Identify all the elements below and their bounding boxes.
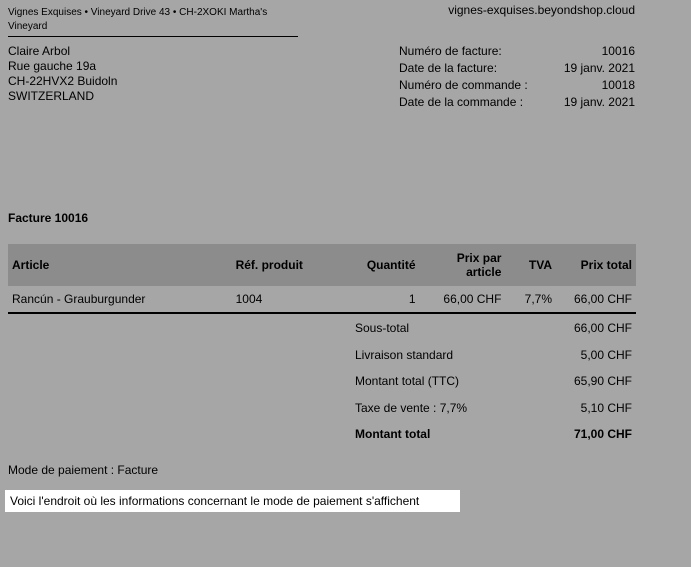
cell-qty: 1 xyxy=(348,286,420,314)
recipient-city: CH-22HVX2 Buidoln xyxy=(8,74,118,88)
total-row-grand: Montant total 71,00 CHF xyxy=(355,424,632,451)
header-vat: TVA xyxy=(505,244,557,286)
meta-invoice-date: Date de la facture: 19 janv. 2021 xyxy=(399,60,635,77)
payment-method: Mode de paiement : Facture xyxy=(8,463,159,477)
table-header-row: Article Réf. produit Quantité Prix par a… xyxy=(8,244,636,286)
meta-value: 19 janv. 2021 xyxy=(563,61,635,75)
meta-order-date: Date de la commande : 19 janv. 2021 xyxy=(399,94,635,111)
total-label: Montant total (TTC) xyxy=(355,374,460,389)
total-row-shipping: Livraison standard 5,00 CHF xyxy=(355,345,632,372)
invoice-title: Facture 10016 xyxy=(8,211,89,225)
cell-ref: 1004 xyxy=(231,286,349,314)
meta-order-number: Numéro de commande : 10018 xyxy=(399,77,635,94)
total-value: 5,10 CHF xyxy=(580,400,632,415)
total-label: Taxe de vente : 7,7% xyxy=(355,400,468,415)
total-row-tax: Taxe de vente : 7,7% 5,10 CHF xyxy=(355,398,632,425)
header-qty: Quantité xyxy=(348,244,420,286)
total-value: 71,00 CHF xyxy=(573,427,632,442)
total-label: Montant total xyxy=(355,427,431,442)
recipient-street: Rue gauche 19a xyxy=(8,59,97,73)
total-value: 5,00 CHF xyxy=(580,347,632,362)
shop-url: vignes-exquises.beyondshop.cloud xyxy=(448,3,635,17)
table-row: Rancún - Grauburgunder 1004 1 66,00 CHF … xyxy=(8,286,636,314)
total-value: 65,90 CHF xyxy=(573,374,632,389)
payment-info-note: Voici l'endroit où les informations conc… xyxy=(5,490,460,512)
cell-article: Rancún - Grauburgunder xyxy=(8,286,232,314)
header-unit-price-line2: article xyxy=(466,265,502,279)
meta-label: Date de la facture: xyxy=(399,61,498,75)
total-label: Livraison standard xyxy=(355,347,454,362)
meta-label: Date de la commande : xyxy=(399,95,524,109)
meta-label: Numéro de facture: xyxy=(399,44,502,58)
totals-block: Sous-total 66,00 CHF Livraison standard … xyxy=(355,318,632,451)
total-value: 66,00 CHF xyxy=(573,321,632,335)
cell-unit-price: 66,00 CHF xyxy=(419,286,506,314)
cell-vat: 7,7% xyxy=(505,286,557,314)
items-table: Article Réf. produit Quantité Prix par a… xyxy=(8,244,636,314)
recipient-country: SWITZERLAND xyxy=(8,89,95,103)
header-unit-price-line1: Prix par xyxy=(456,251,502,265)
total-label: Sous-total xyxy=(355,321,410,335)
total-row-subtotal: Sous-total 66,00 CHF xyxy=(355,318,632,345)
header-unit-price: Prix par article xyxy=(419,244,506,286)
recipient-address: Claire Arbol Rue gauche 19a CH-22HVX2 Bu… xyxy=(8,44,117,104)
meta-value: 10018 xyxy=(601,78,635,92)
sender-address: Vignes Exquises • Vineyard Drive 43 • CH… xyxy=(8,6,298,37)
meta-value: 19 janv. 2021 xyxy=(563,95,635,109)
header-total: Prix total xyxy=(556,244,636,286)
header-ref: Réf. produit xyxy=(231,244,349,286)
header-article: Article xyxy=(8,244,232,286)
meta-invoice-number: Numéro de facture: 10016 xyxy=(399,43,635,60)
total-row-ttc: Montant total (TTC) 65,90 CHF xyxy=(355,371,632,398)
meta-label: Numéro de commande : xyxy=(399,78,528,92)
cell-total: 66,00 CHF xyxy=(556,286,636,314)
invoice-meta: Numéro de facture: 10016 Date de la fact… xyxy=(399,43,635,111)
recipient-name: Claire Arbol xyxy=(8,44,71,58)
meta-value: 10016 xyxy=(601,44,635,58)
